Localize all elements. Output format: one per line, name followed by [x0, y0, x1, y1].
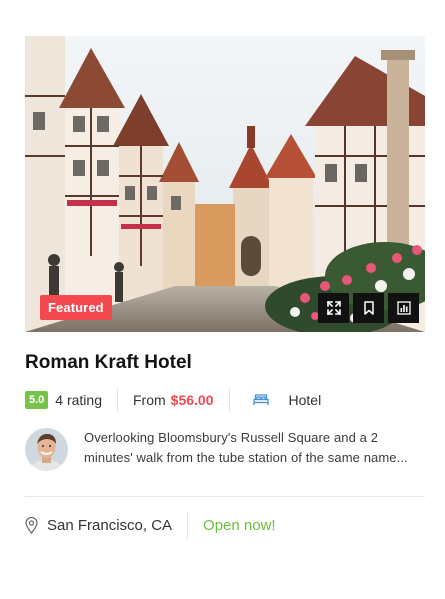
- meta-divider: [228, 387, 230, 412]
- meta-divider: [117, 387, 118, 412]
- town-street-image: [25, 36, 425, 332]
- listing-meta: 5.0 4 rating From $56.00 Hotel: [25, 385, 425, 414]
- listing-card[interactable]: Featured Roman Kraft Hotel 5.0 4 rating …: [25, 36, 425, 539]
- rating-badge: 5.0: [25, 390, 49, 409]
- photo-action-bar: [318, 293, 419, 323]
- footer-separator: [187, 512, 189, 539]
- compare-chart-icon: [396, 301, 411, 315]
- rating-count: 4 rating: [55, 391, 102, 408]
- rating-group: 5.0 4 rating: [25, 385, 102, 414]
- description-text: Overlooking Bloomsbury's Russell Square …: [84, 430, 408, 465]
- price-prefix: From: [133, 391, 166, 408]
- price-value: $56.00: [170, 391, 214, 408]
- avatar[interactable]: [25, 428, 68, 471]
- price-group: From $56.00: [133, 385, 214, 414]
- featured-badge: Featured: [40, 295, 112, 320]
- category-label[interactable]: Hotel: [289, 392, 322, 408]
- listing-title[interactable]: Roman Kraft Hotel: [25, 351, 425, 375]
- bookmark-icon: [363, 301, 374, 315]
- listing-footer: San Francisco, CA Open now!: [25, 512, 425, 539]
- listing-photo[interactable]: Featured: [25, 36, 425, 332]
- bed-icon: [252, 394, 269, 405]
- map-pin-icon: [25, 517, 38, 534]
- bookmark-button[interactable]: [353, 293, 384, 323]
- category-group[interactable]: Hotel: [245, 385, 322, 414]
- footer-divider: [25, 496, 425, 497]
- status-badge: Open now!: [203, 517, 276, 534]
- location-text[interactable]: San Francisco, CA: [47, 517, 172, 534]
- expand-icon: [326, 301, 341, 315]
- listing-description: Overlooking Bloomsbury's Russell Square …: [25, 428, 425, 471]
- compare-button[interactable]: [388, 293, 419, 323]
- owner-avatar-image: [25, 428, 68, 471]
- expand-button[interactable]: [318, 293, 349, 323]
